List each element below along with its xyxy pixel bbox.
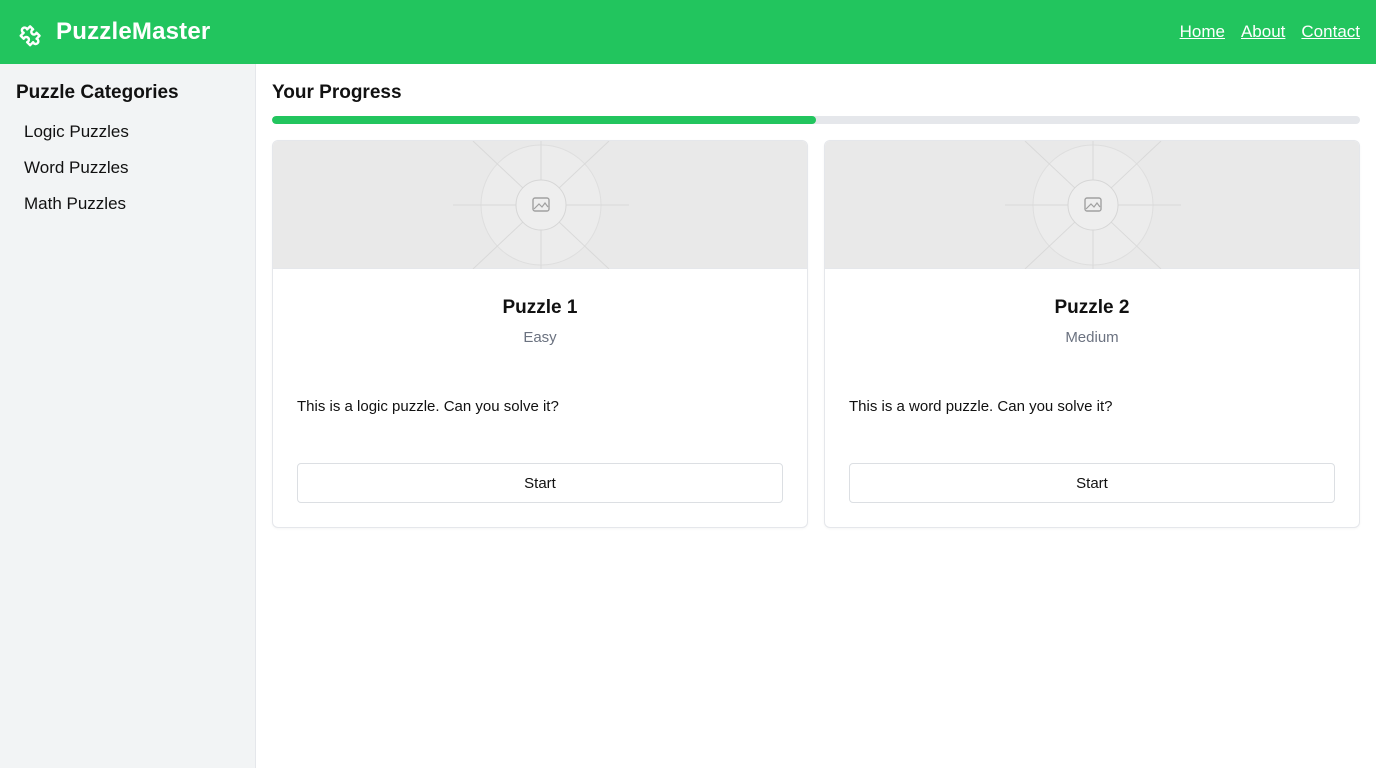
puzzle-piece-icon	[16, 16, 48, 48]
start-puzzle-button[interactable]: Start	[849, 463, 1335, 503]
top-nav: Home About Contact	[1180, 22, 1360, 42]
puzzle-card-grid: Puzzle 1 Easy This is a logic puzzle. Ca…	[272, 140, 1360, 528]
puzzle-card: Puzzle 2 Medium This is a word puzzle. C…	[824, 140, 1360, 528]
sidebar-title: Puzzle Categories	[16, 82, 179, 103]
puzzle-description: This is a logic puzzle. Can you solve it…	[297, 398, 559, 415]
puzzle-image-placeholder	[825, 141, 1359, 269]
puzzle-description: This is a word puzzle. Can you solve it?	[849, 398, 1113, 415]
start-puzzle-button[interactable]: Start	[297, 463, 783, 503]
main-content: Your Progress Puzzle 1 Easy This is a lo…	[256, 64, 1376, 768]
sidebar-item-logic-puzzles[interactable]: Logic Puzzles	[16, 114, 239, 150]
sidebar-item-word-puzzles[interactable]: Word Puzzles	[16, 150, 239, 186]
nav-link-home[interactable]: Home	[1180, 22, 1225, 42]
image-placeholder-icon	[453, 141, 629, 269]
puzzle-card: Puzzle 1 Easy This is a logic puzzle. Ca…	[272, 140, 808, 528]
brand[interactable]: PuzzleMaster	[16, 16, 210, 48]
category-list: Logic Puzzles Word Puzzles Math Puzzles	[16, 114, 239, 222]
top-header: PuzzleMaster Home About Contact	[0, 0, 1376, 64]
puzzle-difficulty: Medium	[1065, 329, 1119, 346]
puzzle-card-body: Puzzle 2 Medium This is a word puzzle. C…	[825, 297, 1359, 503]
image-placeholder-icon	[1005, 141, 1181, 269]
puzzle-title: Puzzle 1	[502, 297, 578, 318]
puzzle-difficulty: Easy	[523, 329, 557, 346]
brand-name: PuzzleMaster	[56, 18, 211, 45]
nav-link-about[interactable]: About	[1241, 22, 1285, 42]
puzzle-card-body: Puzzle 1 Easy This is a logic puzzle. Ca…	[273, 297, 807, 503]
nav-link-contact[interactable]: Contact	[1301, 22, 1360, 42]
puzzle-title: Puzzle 2	[1054, 297, 1130, 318]
sidebar: Puzzle Categories Logic Puzzles Word Puz…	[0, 64, 256, 768]
puzzle-image-placeholder	[273, 141, 807, 269]
progress-bar-fill	[272, 116, 816, 124]
progress-title: Your Progress	[272, 82, 402, 103]
sidebar-item-math-puzzles[interactable]: Math Puzzles	[16, 186, 239, 222]
progress-bar	[272, 116, 1360, 124]
